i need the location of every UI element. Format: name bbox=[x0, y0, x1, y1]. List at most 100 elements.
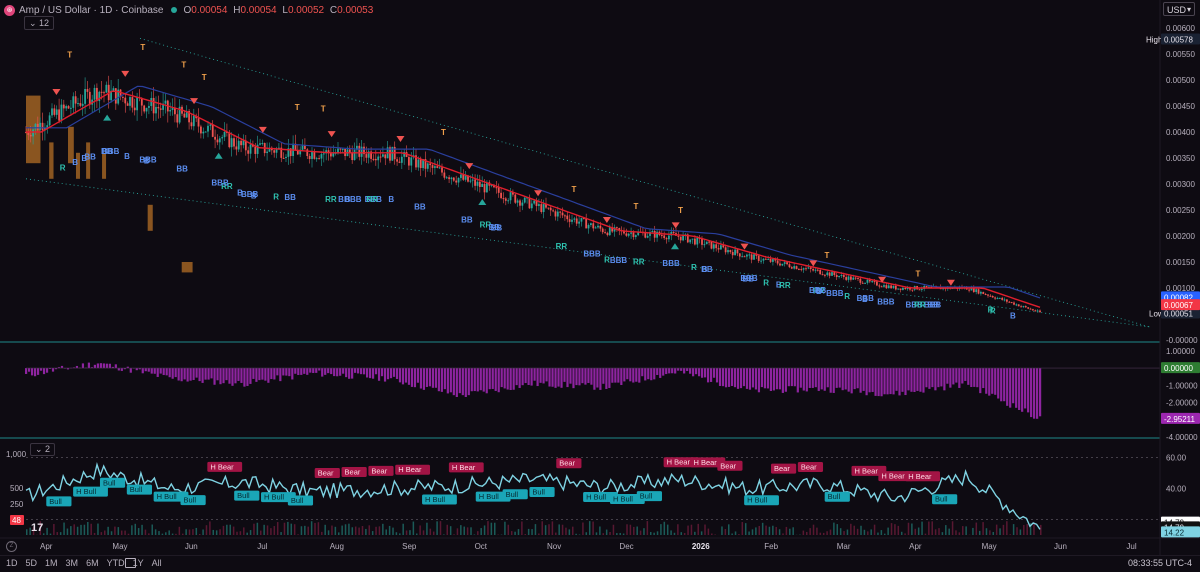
candle-body bbox=[238, 141, 240, 150]
sell-triangle-icon bbox=[121, 71, 129, 77]
oscillator-bar bbox=[459, 368, 461, 393]
oscillator-bar bbox=[25, 368, 27, 374]
oscillator-bar bbox=[803, 368, 805, 390]
signal-label: T bbox=[67, 50, 72, 59]
range-button-1m[interactable]: 1M bbox=[45, 558, 58, 568]
divergence-label: Bear bbox=[318, 468, 334, 477]
divergence-label: Bull bbox=[291, 496, 304, 505]
oscillator-bar bbox=[815, 368, 817, 387]
volume-bar bbox=[806, 532, 808, 535]
indicators-collapse-button[interactable]: ⌄ 12 bbox=[24, 16, 54, 30]
oscillator-bar bbox=[100, 363, 102, 368]
oscillator-bar bbox=[740, 368, 742, 388]
volume-bar bbox=[928, 522, 930, 535]
time-tick-label: Dec bbox=[619, 542, 633, 551]
candle-body bbox=[647, 236, 649, 238]
oscillator-bar bbox=[321, 368, 323, 377]
oscillator-bar bbox=[794, 368, 796, 386]
candle-body bbox=[919, 289, 921, 290]
volume-bar bbox=[843, 531, 845, 535]
range-button-all[interactable]: All bbox=[152, 558, 162, 568]
candle-body bbox=[212, 124, 214, 136]
volume-bar bbox=[165, 532, 167, 535]
oscillator-bar bbox=[782, 368, 784, 393]
oscillator-bar bbox=[267, 368, 269, 383]
oscillator-bar bbox=[979, 368, 981, 393]
volume-bar bbox=[192, 529, 194, 535]
candle-body bbox=[753, 254, 755, 259]
volume-bar bbox=[399, 533, 401, 535]
candle-body bbox=[113, 88, 115, 91]
time-tick-label: Jun bbox=[185, 542, 198, 551]
range-button-6m[interactable]: 6M bbox=[86, 558, 99, 568]
oscillator-bar bbox=[976, 368, 978, 387]
candle-body bbox=[330, 153, 332, 156]
candle-body bbox=[968, 290, 970, 291]
candle-body bbox=[673, 232, 675, 233]
signal-label: BBB bbox=[924, 300, 942, 309]
time-tick-label: Aug bbox=[330, 542, 344, 551]
volume-bar bbox=[558, 524, 560, 535]
signal-label: B bbox=[124, 152, 130, 161]
oscillator-bar bbox=[465, 368, 467, 397]
oscillator-bar bbox=[848, 368, 850, 392]
candle-body bbox=[529, 197, 531, 208]
time-tick-label: Sep bbox=[402, 542, 417, 551]
oscillator-bar bbox=[925, 368, 927, 387]
signal-label: BBB bbox=[877, 297, 895, 306]
symbol-header[interactable]: ⊛ Amp / US Dollar · 1D · Coinbase O0.000… bbox=[4, 3, 376, 17]
candle-body bbox=[200, 127, 202, 134]
divergence-label: H Bear bbox=[398, 465, 422, 474]
oscillator-bar bbox=[958, 368, 960, 388]
tradingview-logo-icon[interactable]: 17 bbox=[31, 522, 43, 534]
candle-body bbox=[694, 239, 696, 245]
oscillator-bar bbox=[877, 368, 879, 396]
time-tick-label: May bbox=[982, 542, 997, 551]
candle-body bbox=[789, 264, 791, 267]
signal-label: R bbox=[691, 263, 697, 272]
candle-body bbox=[689, 239, 691, 242]
volume-bar bbox=[636, 527, 638, 535]
range-button-1d[interactable]: 1D bbox=[6, 558, 18, 568]
candle-body bbox=[316, 158, 318, 159]
price-tick-label: 0.00600 bbox=[1166, 24, 1195, 33]
volume-bar bbox=[545, 525, 547, 535]
oscillator-bar bbox=[788, 368, 790, 386]
price-tick-label: 0.00250 bbox=[1166, 206, 1195, 215]
range-button-ytd[interactable]: YTD bbox=[107, 558, 125, 568]
candle-body bbox=[805, 268, 807, 269]
volume-bar bbox=[599, 526, 601, 535]
sell-triangle-icon bbox=[52, 89, 60, 95]
oscillator-bar bbox=[130, 368, 132, 373]
chart-canvas[interactable]: RRBTRRBBBTBBRRBBBBTTBBBBBBRRBRBBBBBBBBBB… bbox=[0, 0, 1200, 571]
calendar-icon[interactable] bbox=[125, 558, 136, 568]
range-button-5d[interactable]: 5D bbox=[26, 558, 38, 568]
volume-bar bbox=[263, 525, 265, 535]
candle-body bbox=[1020, 306, 1022, 307]
volume-bar bbox=[267, 525, 269, 535]
volume-bar bbox=[67, 529, 69, 535]
signal-label: BBB bbox=[583, 250, 601, 259]
candle-body bbox=[165, 101, 167, 104]
range-button-3m[interactable]: 3M bbox=[66, 558, 79, 568]
ohlc-values: O0.00054 H0.00054 L0.00052 C0.00053 bbox=[184, 5, 377, 16]
volume-bar bbox=[226, 525, 228, 535]
oscillator-bar bbox=[734, 368, 736, 387]
volume-bar bbox=[131, 525, 133, 535]
timezone-icon[interactable]: Z bbox=[6, 541, 17, 552]
candle-body bbox=[890, 285, 892, 288]
candle-body bbox=[53, 108, 55, 114]
oscillator-histogram bbox=[25, 363, 1160, 419]
candle-body bbox=[472, 180, 474, 181]
volume-bar bbox=[864, 530, 866, 535]
oscillator-bar bbox=[375, 368, 377, 374]
pane-collapse-button[interactable]: ⌄ 2 bbox=[30, 443, 55, 456]
signal-label: BBB bbox=[211, 178, 229, 187]
volume-bar bbox=[216, 530, 218, 535]
oscillator-bar bbox=[216, 368, 218, 380]
buy-triangle-icon bbox=[215, 153, 223, 159]
oscillator-bar bbox=[510, 368, 512, 390]
currency-select[interactable]: USD bbox=[1163, 2, 1195, 16]
signal-label: B bbox=[702, 265, 708, 274]
volume-bar bbox=[965, 526, 967, 535]
